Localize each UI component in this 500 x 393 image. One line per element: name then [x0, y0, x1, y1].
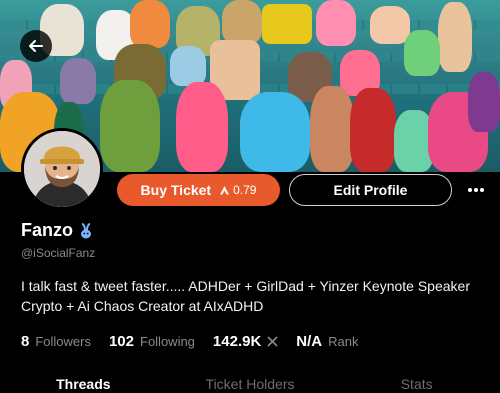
following-stat[interactable]: 102 Following — [109, 333, 195, 350]
x-followers-stat[interactable]: 142.9K — [213, 333, 278, 350]
buy-ticket-button[interactable]: Buy Ticket 0.79 — [117, 174, 280, 206]
arrow-left-icon — [29, 40, 43, 52]
avatar[interactable] — [21, 128, 103, 210]
following-count: 102 — [108, 333, 134, 350]
tab-threads[interactable]: Threads — [0, 376, 167, 393]
ticket-price: 0.79 — [219, 183, 256, 197]
bio-line: I talk fast & tweet faster..... ADHDer +… — [21, 278, 470, 294]
x-followers-count: 142.9K — [212, 333, 262, 350]
followers-label: Followers — [35, 334, 91, 349]
x-logo-icon — [267, 336, 278, 347]
followers-count: 8 — [21, 333, 30, 350]
bio-line: Crypto + Ai Chaos Creator at AIxADHD — [21, 298, 264, 314]
following-label: Following — [140, 334, 195, 349]
profile-bio: I talk fast & tweet faster..... ADHDer +… — [21, 276, 491, 316]
buy-ticket-label: Buy Ticket — [140, 182, 212, 198]
followers-stat[interactable]: 8 Followers — [21, 333, 91, 350]
profile-name-row: Fanzo — [21, 220, 93, 241]
rank-stat[interactable]: N/A Rank — [296, 333, 358, 350]
back-button[interactable] — [20, 30, 52, 62]
bunny-icon — [81, 222, 91, 238]
profile-handle: @iSocialFanz — [21, 246, 96, 260]
avax-icon — [220, 185, 230, 194]
ticket-price-value: 0.79 — [233, 183, 257, 197]
more-dots-icon — [468, 188, 484, 192]
edit-profile-label: Edit Profile — [333, 182, 408, 198]
rank-label: Rank — [328, 334, 359, 349]
avatar-image — [24, 131, 100, 207]
more-options-button[interactable] — [461, 174, 491, 206]
profile-stats: 8 Followers 102 Following 142.9K N/A Ran… — [21, 333, 377, 350]
tab-stats[interactable]: Stats — [333, 376, 500, 393]
profile-tabs: Threads Ticket Holders Stats — [0, 376, 500, 393]
rank-value: N/A — [296, 333, 323, 350]
profile-name: Fanzo — [21, 220, 73, 240]
edit-profile-button[interactable]: Edit Profile — [289, 174, 452, 206]
tab-ticket-holders[interactable]: Ticket Holders — [167, 376, 334, 393]
